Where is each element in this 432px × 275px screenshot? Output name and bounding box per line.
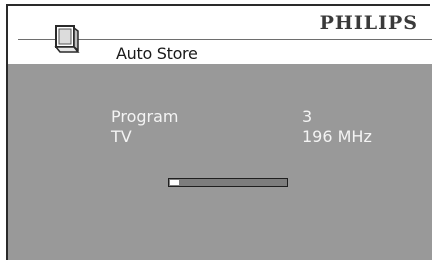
program-label: Program bbox=[111, 107, 179, 126]
content-panel bbox=[8, 64, 432, 260]
tv-icon bbox=[54, 25, 80, 53]
header-divider bbox=[18, 39, 432, 40]
search-progress-bar bbox=[168, 178, 288, 187]
page-title: Auto Store bbox=[116, 44, 198, 63]
menu-header: PHILIPS Auto Store bbox=[8, 6, 432, 64]
tv-frequency-value: 196 MHz bbox=[302, 127, 372, 146]
search-progress-fill bbox=[170, 180, 179, 185]
brand-logo: PHILIPS bbox=[319, 12, 418, 34]
tv-label: TV bbox=[111, 127, 132, 146]
program-value: 3 bbox=[302, 107, 313, 126]
tv-osd-screen: PHILIPS Auto Store Program 3 TV 196 MHz bbox=[0, 0, 432, 275]
